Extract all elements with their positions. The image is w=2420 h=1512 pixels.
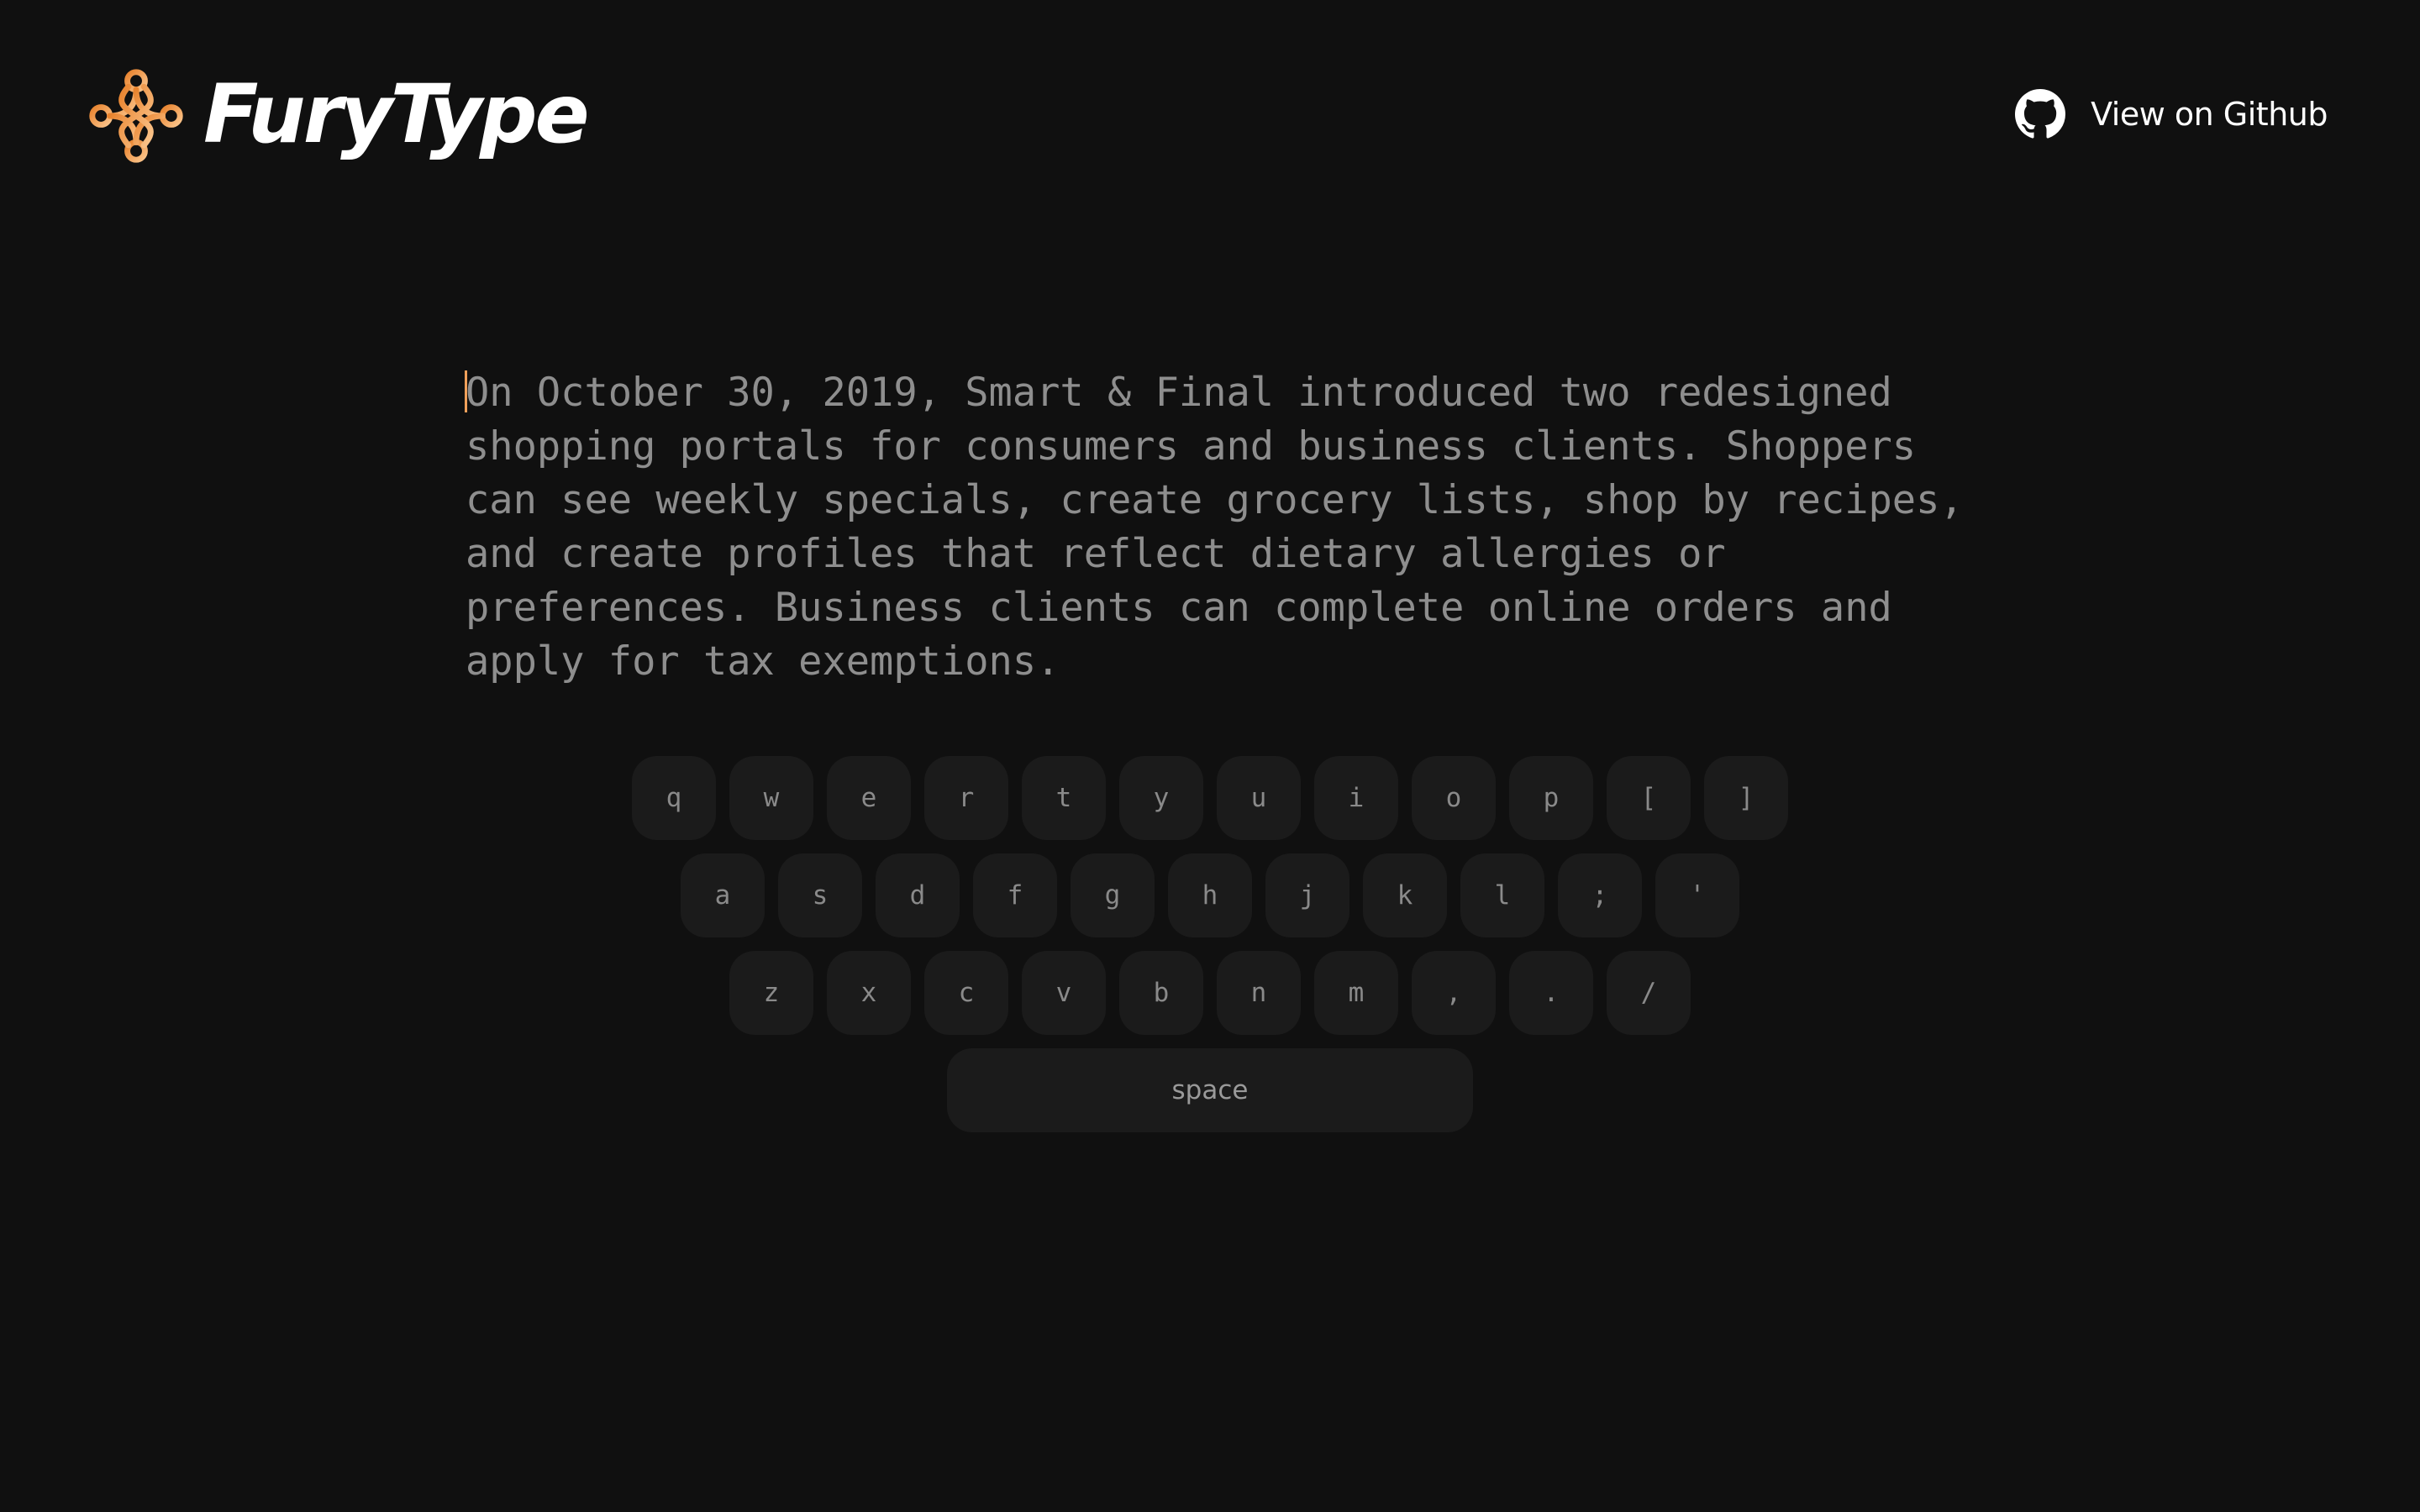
key-r: r [924,756,1008,840]
on-screen-keyboard: q w e r t y u i o p [ ] a s d f g h j k … [0,756,2420,1146]
key-p: p [1509,756,1593,840]
key-o: o [1412,756,1496,840]
key-comma: , [1412,951,1496,1035]
key-i: i [1314,756,1398,840]
brand-name: FuryType [203,67,590,161]
key-y: y [1119,756,1203,840]
view-on-github-link[interactable]: View on Github [2015,84,2328,144]
key-right-bracket: ] [1704,756,1788,840]
key-v: v [1022,951,1106,1035]
key-j: j [1265,853,1349,937]
key-e: e [827,756,911,840]
key-period: . [1509,951,1593,1035]
typing-passage[interactable]: On October 30, 2019, Smart & Final intro… [465,366,1995,689]
key-t: t [1022,756,1106,840]
key-z: z [729,951,813,1035]
key-g: g [1071,853,1155,937]
typing-remaining-text: n October 30, 2019, Smart & Final introd… [466,370,1964,685]
key-a: a [681,853,765,937]
key-slash: / [1607,951,1691,1035]
keyboard-row-space: space [0,1048,2420,1132]
keyboard-row-1: q w e r t y u i o p [ ] [0,756,2420,840]
typing-first-char: O [466,370,490,416]
key-m: m [1314,951,1398,1035]
brand[interactable]: FuryType [87,66,590,166]
fury-knot-logo-icon [89,69,183,163]
key-u: u [1217,756,1301,840]
key-w: w [729,756,813,840]
top-header: FuryType View on Github [0,0,2420,218]
key-h: h [1168,853,1252,937]
github-icon [2015,89,2066,139]
key-k: k [1363,853,1447,937]
key-semicolon: ; [1558,853,1642,937]
key-b: b [1119,951,1203,1035]
keyboard-row-3: z x c v b n m , . / [0,951,2420,1035]
github-link-label: View on Github [2091,96,2328,133]
key-x: x [827,951,911,1035]
key-f: f [973,853,1057,937]
key-apostrophe: ' [1655,853,1739,937]
key-d: d [876,853,960,937]
keyboard-row-2: a s d f g h j k l ; ' [0,853,2420,937]
key-space: space [947,1048,1473,1132]
key-left-bracket: [ [1607,756,1691,840]
key-s: s [778,853,862,937]
key-c: c [924,951,1008,1035]
key-q: q [632,756,716,840]
key-l: l [1460,853,1544,937]
typing-caret [465,370,467,412]
key-n: n [1217,951,1301,1035]
